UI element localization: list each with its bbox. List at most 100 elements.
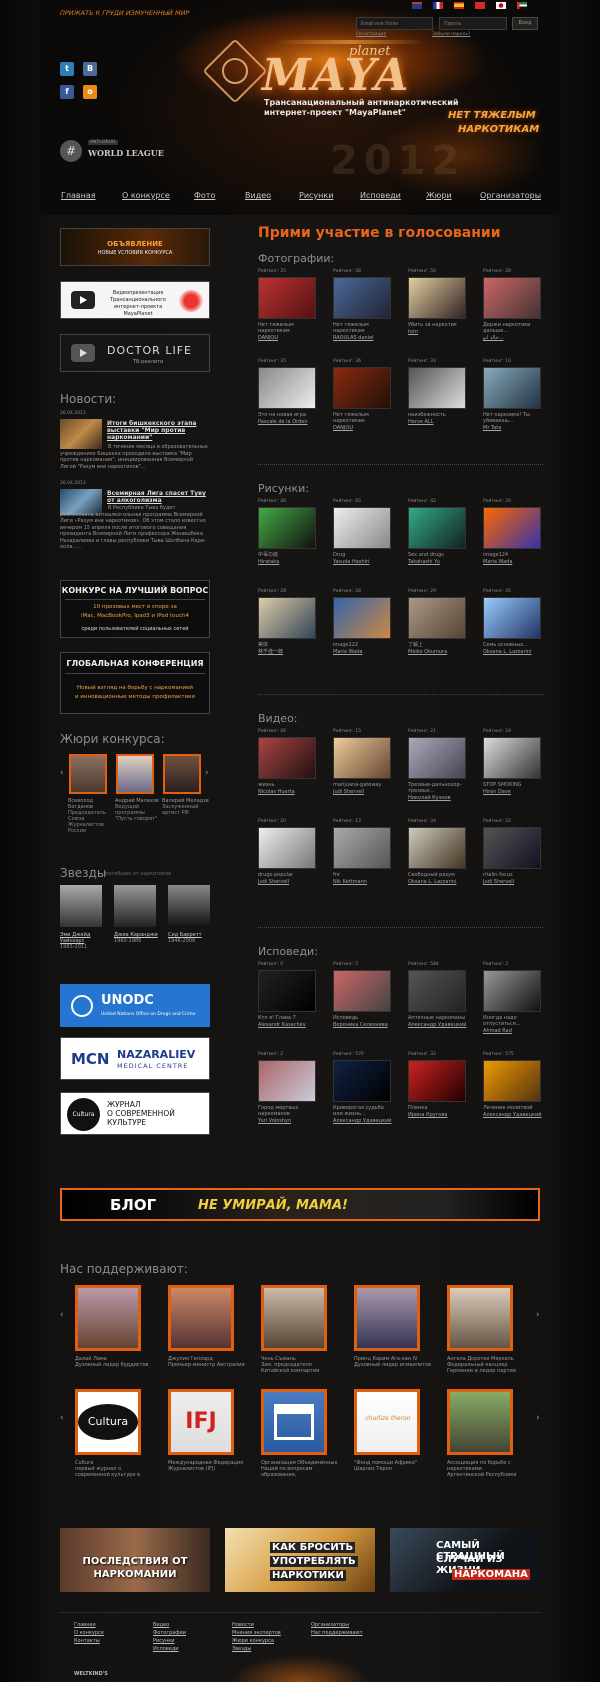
register-link[interactable]: Регистрация <box>356 32 386 37</box>
vote-author-link[interactable]: DANJOU <box>333 425 353 431</box>
supporter-photo[interactable] <box>168 1285 234 1351</box>
supporters-prev-arrow-icon[interactable]: ‹ <box>60 1310 64 1320</box>
nav-organizers[interactable]: Организаторы <box>480 191 541 200</box>
supporter-photo[interactable] <box>75 1285 141 1351</box>
vote-author-link[interactable]: Mr Tata <box>483 425 501 431</box>
nav-jury[interactable]: Жюри <box>426 191 452 200</box>
footer-link[interactable]: Исповеди <box>153 1646 179 1652</box>
footer-link[interactable]: Звезды <box>232 1646 251 1652</box>
flag-jp-icon[interactable] <box>496 2 506 9</box>
footer-link[interactable]: Нас поддерживают <box>311 1630 363 1636</box>
footer-link[interactable]: Рисунки <box>153 1638 175 1644</box>
flag-ae-icon[interactable] <box>517 2 527 9</box>
star-photo-2[interactable] <box>114 885 156 927</box>
login-password-input[interactable] <box>439 17 507 30</box>
vkontakte-icon[interactable]: B <box>83 62 97 76</box>
vote-thumbnail[interactable] <box>483 737 541 779</box>
vote-author-link[interactable]: Nik Kettmann <box>333 879 367 885</box>
footer-link[interactable]: О конкурсе <box>74 1630 104 1636</box>
vote-thumbnail[interactable] <box>483 1060 541 1102</box>
vote-author-link[interactable]: خالد ابو... <box>483 335 504 341</box>
cultura-banner[interactable]: Cultura ЖУРНАЛ О СОВРЕМЕННОЙ КУЛЬТУРЕ <box>60 1092 210 1135</box>
nav-home[interactable]: Главная <box>61 191 96 200</box>
star-name-1[interactable]: Эми Джейд Уайнхаус <box>60 932 90 944</box>
vote-author-link[interactable]: Herve ALL <box>408 419 434 425</box>
vote-thumbnail[interactable] <box>408 737 466 779</box>
vote-author-link[interactable]: Николай Кузнов <box>408 795 451 801</box>
footer-link[interactable]: Главная <box>74 1622 96 1628</box>
footer-link[interactable]: Контакты <box>74 1638 100 1644</box>
jury-photo-3[interactable] <box>163 754 201 794</box>
vote-thumbnail[interactable] <box>258 597 316 639</box>
vote-author-link[interactable]: Oksana L. Lazzarini <box>483 649 531 655</box>
bottom-banner-1[interactable]: ПОСЛЕДСТВИЯ ОТ НАРКОМАНИИ <box>60 1528 210 1592</box>
vote-author-link[interactable]: Oksana L. Lazzarini <box>408 879 456 885</box>
vote-author-link[interactable]: Ирина Кругова <box>408 1112 447 1118</box>
vote-author-link[interactable]: Александр Удавецкий <box>333 1118 392 1124</box>
vote-author-link[interactable]: DANJOU <box>258 335 278 341</box>
vote-thumbnail[interactable] <box>333 597 391 639</box>
video-presentation-banner[interactable]: Видеопрезентация Трансанционального инте… <box>60 281 210 319</box>
vote-author-link[interactable]: Takahashi Yu <box>408 559 440 565</box>
supporter-photo[interactable] <box>447 1285 513 1351</box>
vote-thumbnail[interactable] <box>333 367 391 409</box>
login-enter-button[interactable]: Вход <box>512 17 538 30</box>
conference-banner[interactable]: ГЛОБАЛЬНАЯ КОНФЕРЕНЦИЯ Новый взгляд на б… <box>60 652 210 714</box>
vote-thumbnail[interactable] <box>333 827 391 869</box>
odnoklassniki-icon[interactable]: o <box>83 85 97 99</box>
unodc-banner[interactable]: UNODC United Nations Office on Drugs and… <box>60 984 210 1027</box>
vote-thumbnail[interactable] <box>258 970 316 1012</box>
jury-prev-arrow-icon[interactable]: ‹ <box>60 768 64 778</box>
supporter-photo[interactable] <box>354 1285 420 1351</box>
vote-thumbnail[interactable] <box>483 970 541 1012</box>
vote-thumbnail[interactable] <box>408 597 466 639</box>
vote-thumbnail[interactable] <box>483 507 541 549</box>
vote-thumbnail[interactable] <box>258 1060 316 1102</box>
vote-thumbnail[interactable] <box>483 827 541 869</box>
supporters-next-arrow-icon[interactable]: › <box>536 1310 540 1320</box>
footer-link[interactable]: Жюри конкурса <box>232 1638 274 1644</box>
jury-next-arrow-icon[interactable]: › <box>205 768 209 778</box>
announcement-banner[interactable]: ОБЪЯВЛЕНИЕ НОВЫЕ УСЛОВИЯ КОНКУРСА <box>60 228 210 266</box>
vote-author-link[interactable]: Александр Удавецкий <box>483 1112 542 1118</box>
vote-thumbnail[interactable] <box>258 367 316 409</box>
vote-thumbnail[interactable] <box>408 277 466 319</box>
login-email-input[interactable] <box>356 17 433 30</box>
twitter-icon[interactable]: t <box>60 62 74 76</box>
star-photo-3[interactable] <box>168 885 210 927</box>
forgot-password-link[interactable]: Забыли пароль? <box>432 32 470 37</box>
nav-drawings[interactable]: Рисунки <box>299 191 333 200</box>
supporter-org-logo[interactable] <box>447 1389 513 1455</box>
vote-author-link[interactable]: Yasuda Hashiri <box>333 559 369 565</box>
vote-author-link[interactable]: Александр Удавецкий <box>408 1022 467 1028</box>
vote-thumbnail[interactable] <box>258 277 316 319</box>
vote-author-link[interactable]: RAOULAS daniel <box>333 335 374 341</box>
blog-banner[interactable]: БЛОГ НЕ УМИРАЙ, МАМА! <box>60 1188 540 1221</box>
news-2-title[interactable]: Всемирная Лига спасет Туву от алкоголизм… <box>107 490 207 504</box>
vote-author-link[interactable]: 林千佳一郎 <box>258 649 283 655</box>
vote-author-link[interactable]: Yuri Voloshyn <box>258 1118 291 1124</box>
nav-confessions[interactable]: Исповеди <box>360 191 401 200</box>
mcn-banner[interactable]: MCN NAZARALIEV MEDICAL CENTRE <box>60 1037 210 1080</box>
vote-author-link[interactable]: Meiko Okumura <box>408 649 447 655</box>
vote-author-link[interactable]: Maria Wada <box>333 649 362 655</box>
vote-thumbnail[interactable] <box>333 1060 391 1102</box>
flag-en-icon[interactable] <box>412 2 422 9</box>
star-photo-1[interactable] <box>60 885 102 927</box>
vote-thumbnail[interactable] <box>408 970 466 1012</box>
supporter-org-logo[interactable] <box>354 1389 420 1455</box>
vote-thumbnail[interactable] <box>408 367 466 409</box>
vote-author-link[interactable]: Judi Shervell <box>483 879 514 885</box>
flag-fr-icon[interactable] <box>433 2 443 9</box>
vote-thumbnail[interactable] <box>408 1060 466 1102</box>
vote-thumbnail[interactable] <box>258 737 316 779</box>
footer-link[interactable]: Видео <box>153 1622 169 1628</box>
vote-thumbnail[interactable] <box>258 507 316 549</box>
vote-author-link[interactable]: Hiren Dave <box>483 789 511 795</box>
vote-thumbnail[interactable] <box>483 277 541 319</box>
footer-link[interactable]: Мнения экспертов <box>232 1630 281 1636</box>
doctor-life-banner[interactable]: DOCTOR LIFE ТВ-реалити <box>60 334 210 372</box>
vote-thumbnail[interactable] <box>333 277 391 319</box>
vote-author-link[interactable]: Judi Shervell <box>258 879 289 885</box>
vote-thumbnail[interactable] <box>333 970 391 1012</box>
